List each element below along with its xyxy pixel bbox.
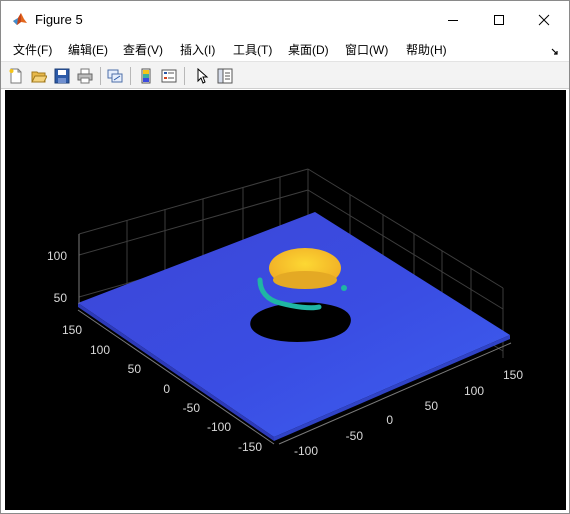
dock-arrow-icon[interactable] [551, 43, 559, 61]
new-figure-icon[interactable] [6, 66, 26, 86]
menu-view[interactable]: 查看(V) [123, 41, 163, 58]
plot-canvas[interactable]: 100 50 150 100 50 0 -50 -100 -150 -100 -… [5, 90, 566, 510]
menu-tools[interactable]: 工具(T) [233, 41, 272, 58]
save-icon[interactable] [52, 66, 72, 86]
toolbar-separator [184, 67, 185, 85]
minimize-icon [448, 19, 458, 21]
menu-desktop[interactable]: 桌面(D) [288, 41, 329, 58]
menu-help[interactable]: 帮助(H) [406, 41, 447, 58]
x-tick-label: 100 [464, 384, 484, 398]
menu-window[interactable]: 窗口(W) [345, 41, 388, 58]
close-button[interactable] [521, 1, 567, 38]
maximize-button[interactable] [476, 1, 522, 38]
surface-plot[interactable] [78, 212, 510, 441]
y-tick-label: 50 [128, 362, 142, 376]
surface-axes[interactable]: 100 50 150 100 50 0 -50 -100 -150 -100 -… [5, 90, 566, 510]
minimize-button[interactable] [430, 1, 476, 38]
open-file-icon[interactable] [29, 66, 49, 86]
figure-toolbar [1, 61, 569, 89]
x-tick-label: 50 [425, 399, 439, 413]
insert-colorbar-icon[interactable] [136, 66, 156, 86]
matlab-logo-icon [12, 11, 28, 27]
title-bar[interactable]: Figure 5 [1, 1, 569, 38]
edit-plot-icon[interactable] [192, 66, 212, 86]
print-icon[interactable] [75, 66, 95, 86]
y-tick-label: -100 [207, 420, 231, 434]
y-tick-label: -50 [183, 401, 201, 415]
x-tick-label: -50 [346, 429, 364, 443]
y-tick-label: 100 [90, 343, 110, 357]
property-inspector-icon[interactable] [215, 66, 235, 86]
y-tick-label: 0 [163, 382, 170, 396]
z-tick-label: 100 [47, 249, 67, 263]
figure-window: Figure 5 文件(F) 编辑(E) 查看(V) 插入(I) 工具(T) 桌… [0, 0, 570, 514]
window-title: Figure 5 [35, 12, 83, 27]
insert-legend-icon[interactable] [159, 66, 179, 86]
x-tick-label: -100 [294, 444, 318, 458]
menu-edit[interactable]: 编辑(E) [68, 41, 108, 58]
link-plot-icon[interactable] [105, 66, 125, 86]
menu-insert[interactable]: 插入(I) [180, 41, 215, 58]
menu-bar: 文件(F) 编辑(E) 查看(V) 插入(I) 工具(T) 桌面(D) 窗口(W… [1, 38, 569, 60]
menu-file[interactable]: 文件(F) [13, 41, 52, 58]
y-tick-label: 150 [62, 323, 82, 337]
z-tick-label: 50 [54, 291, 68, 305]
toolbar-separator [100, 67, 101, 85]
maximize-icon [494, 14, 504, 25]
toolbar-separator [130, 67, 131, 85]
close-icon [538, 14, 550, 25]
x-tick-label: 150 [503, 368, 523, 382]
y-tick-label: -150 [238, 440, 262, 454]
x-tick-label: 0 [386, 413, 393, 427]
